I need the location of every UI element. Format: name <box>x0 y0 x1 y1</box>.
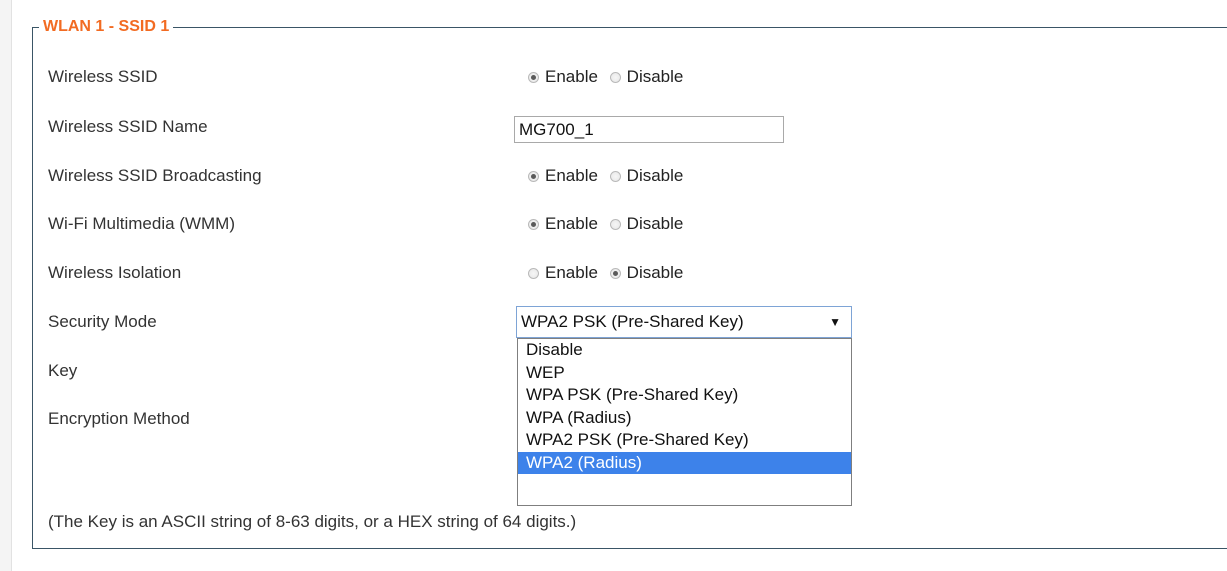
security-option-wpa-psk[interactable]: WPA PSK (Pre-Shared Key) <box>518 384 851 407</box>
ssid-broadcasting-enable-radio[interactable] <box>528 170 539 182</box>
wireless-ssid-enable-option[interactable]: Enable <box>528 67 598 87</box>
security-mode-select[interactable]: WPA2 PSK (Pre-Shared Key) ▼ <box>516 306 852 338</box>
ssid-name-label: Wireless SSID Name <box>48 117 208 136</box>
wireless-ssid-disable-option[interactable]: Disable <box>609 67 684 87</box>
enable-text: Enable <box>545 214 598 233</box>
ssid-broadcasting-radio-group: Enable Disable <box>528 166 690 187</box>
ssid-name-input[interactable] <box>514 116 784 143</box>
wmm-radio-group: Enable Disable <box>528 214 690 235</box>
isolation-disable-option[interactable]: Disable <box>609 263 684 283</box>
ssid-broadcasting-disable-option[interactable]: Disable <box>609 166 684 186</box>
wmm-enable-radio[interactable] <box>528 218 539 230</box>
dropdown-arrow-icon: ▼ <box>829 315 841 329</box>
security-option-wep[interactable]: WEP <box>518 362 851 385</box>
isolation-disable-radio[interactable] <box>609 267 621 279</box>
disable-text: Disable <box>626 263 684 282</box>
isolation-enable-radio[interactable] <box>528 267 539 279</box>
fieldset-legend: WLAN 1 - SSID 1 <box>39 17 174 37</box>
security-option-wpa-radius[interactable]: WPA (Radius) <box>518 407 851 430</box>
security-mode-dropdown-list: Disable WEP WPA PSK (Pre-Shared Key) WPA… <box>517 338 852 506</box>
key-format-note: (The Key is an ASCII string of 8-63 digi… <box>48 512 577 531</box>
security-mode-selected-value: WPA2 PSK (Pre-Shared Key) <box>521 312 744 331</box>
ssid-broadcasting-enable-option[interactable]: Enable <box>528 166 598 186</box>
wmm-disable-radio[interactable] <box>609 218 621 230</box>
wmm-label: Wi-Fi Multimedia (WMM) <box>48 214 235 233</box>
wireless-ssid-label: Wireless SSID <box>48 67 158 86</box>
key-label: Key <box>48 361 78 380</box>
disable-text: Disable <box>626 166 684 185</box>
wireless-ssid-enable-radio[interactable] <box>528 71 539 83</box>
isolation-label: Wireless Isolation <box>48 263 182 282</box>
isolation-radio-group: Enable Disable <box>528 263 690 284</box>
encryption-method-label: Encryption Method <box>48 409 190 428</box>
wireless-ssid-radio-group: Enable Disable <box>528 67 690 88</box>
left-gutter <box>0 0 12 571</box>
enable-text: Enable <box>545 67 598 86</box>
isolation-enable-option[interactable]: Enable <box>528 263 598 283</box>
disable-text: Disable <box>626 67 684 86</box>
enable-text: Enable <box>545 166 598 185</box>
security-option-wpa2-psk[interactable]: WPA2 PSK (Pre-Shared Key) <box>518 429 851 452</box>
security-mode-label: Security Mode <box>48 312 157 331</box>
wmm-disable-option[interactable]: Disable <box>609 214 684 234</box>
wmm-enable-option[interactable]: Enable <box>528 214 598 234</box>
security-option-disable[interactable]: Disable <box>518 339 851 362</box>
enable-text: Enable <box>545 263 598 282</box>
ssid-broadcasting-label: Wireless SSID Broadcasting <box>48 166 262 185</box>
security-option-wpa2-radius[interactable]: WPA2 (Radius) <box>518 451 851 474</box>
disable-text: Disable <box>626 214 684 233</box>
ssid-broadcasting-disable-radio[interactable] <box>609 170 621 182</box>
wireless-ssid-disable-radio[interactable] <box>609 71 621 83</box>
